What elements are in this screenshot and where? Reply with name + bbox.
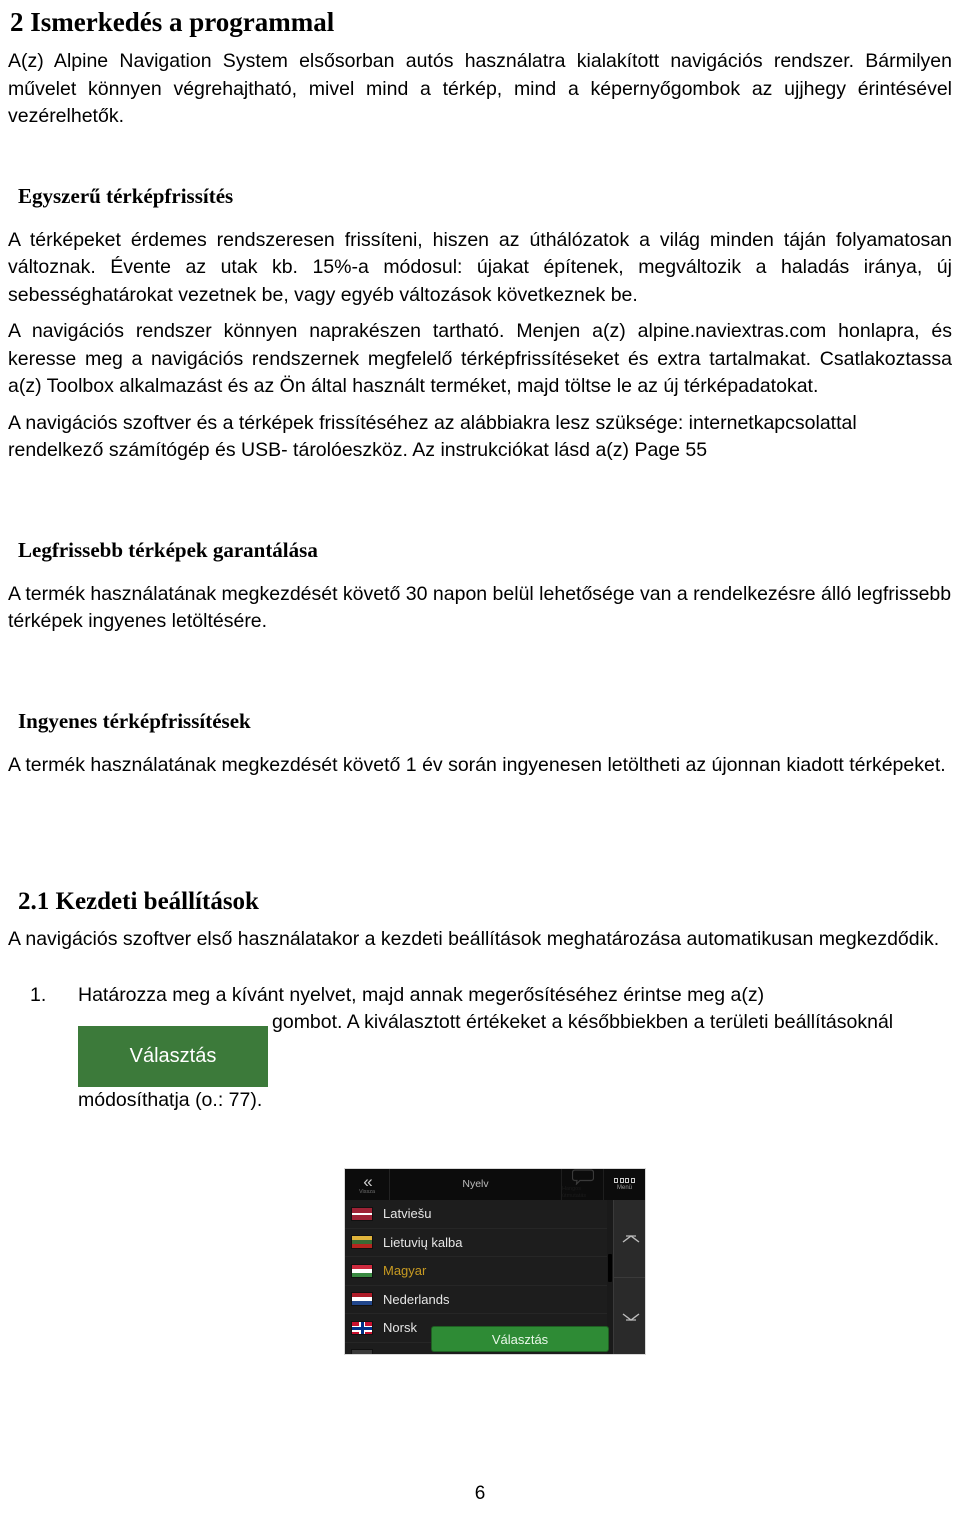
- scroll-down-button[interactable]: [614, 1278, 645, 1354]
- paragraph: A térképeket érdemes rendszeresen frissí…: [8, 228, 952, 306]
- grid-menu-icon: [614, 1177, 635, 1183]
- scroll-buttons: [613, 1200, 645, 1354]
- numbered-list: 1. Határozza meg a kívánt nyelvet, majd …: [30, 982, 952, 1115]
- valasztas-button-illustration[interactable]: Választás: [78, 1026, 268, 1087]
- device-header: « Vissza Nyelv Hangos útmutatás Menü: [345, 1169, 645, 1200]
- scroll-up-button[interactable]: [614, 1200, 645, 1278]
- back-button-label: Vissza: [358, 1188, 376, 1195]
- language-label: Magyar: [383, 1263, 427, 1279]
- paragraph: A termék használatának megkezdését követ…: [8, 753, 946, 776]
- voice-guidance-button[interactable]: Hangos útmutatás: [561, 1169, 603, 1200]
- section-heading-initial-setup: 2.1 Kezdeti beállítások: [18, 888, 259, 915]
- chapter-heading: 2 Ismerkedés a programmal: [10, 7, 335, 37]
- section-heading-free-updates: Ingyenes térképfrissítések: [18, 708, 251, 733]
- paragraph: A navigációs rendszer könnyen naprakésze…: [8, 320, 952, 397]
- flag-netherlands-icon: [351, 1292, 373, 1307]
- list-item-selected[interactable]: Magyar: [345, 1257, 607, 1286]
- paragraph: A termék használatának megkezdését követ…: [8, 582, 952, 633]
- list-item[interactable]: Nederlands: [345, 1286, 607, 1314]
- flag-partial-icon: [351, 1349, 373, 1354]
- language-label: Lietuvių kalba: [383, 1234, 463, 1250]
- chevron-double-left-icon: «: [363, 1171, 373, 1191]
- flag-latvia-icon: [351, 1206, 373, 1221]
- chevron-up-icon: [622, 1234, 639, 1243]
- back-button[interactable]: « Vissza: [345, 1169, 390, 1200]
- language-label: Latviešu: [383, 1206, 432, 1222]
- language-label: Norsk: [383, 1320, 417, 1336]
- menu-button-label: Menü: [616, 1184, 632, 1191]
- list-item[interactable]: Lietuvių kalba: [345, 1229, 607, 1257]
- section-heading-latest-maps: Legfrissebb térképek garantálása: [18, 537, 318, 562]
- chevron-down-icon: [622, 1313, 639, 1321]
- device-screenshot-figure: « Vissza Nyelv Hangos útmutatás Menü Lat…: [344, 1168, 646, 1355]
- select-button-label: Választás: [491, 1331, 549, 1347]
- document-page: 2 Ismerkedés a programmal A(z) Alpine Na…: [0, 6, 960, 1527]
- paragraph: A navigációs szoftver és a térképek fris…: [8, 411, 857, 462]
- device-body: Latviešu Lietuvių kalba Magyar Nederland…: [345, 1200, 645, 1354]
- menu-button[interactable]: Menü: [603, 1169, 645, 1200]
- speech-bubble-icon: [571, 1169, 594, 1185]
- intro-paragraph: A(z) Alpine Navigation System elsősorban…: [8, 50, 952, 127]
- list-item: 1. Határozza meg a kívánt nyelvet, majd …: [30, 982, 952, 1115]
- paragraph: A navigációs szoftver első használatakor…: [8, 928, 940, 950]
- voice-guidance-label: Hangos útmutatás: [562, 1186, 587, 1199]
- select-button[interactable]: Választás: [431, 1326, 609, 1352]
- list-number: 1.: [30, 983, 47, 1006]
- navigation-device-screen: « Vissza Nyelv Hangos útmutatás Menü Lat…: [345, 1169, 645, 1354]
- device-screen-title: Nyelv: [462, 1177, 489, 1190]
- scrollbar-thumb[interactable]: [608, 1254, 612, 1282]
- section-heading-map-update: Egyszerű térképfrissítés: [18, 183, 234, 208]
- flag-norway-icon: [351, 1320, 373, 1335]
- language-label: Nederlands: [383, 1291, 450, 1307]
- list-item-text-before: Határozza meg a kívánt nyelvet, majd ann…: [78, 983, 765, 1006]
- page-number: 6: [474, 1483, 486, 1504]
- flag-lithuania-icon: [351, 1235, 373, 1250]
- list-item[interactable]: Latviešu: [345, 1200, 607, 1229]
- flag-hungary-icon: [351, 1263, 373, 1278]
